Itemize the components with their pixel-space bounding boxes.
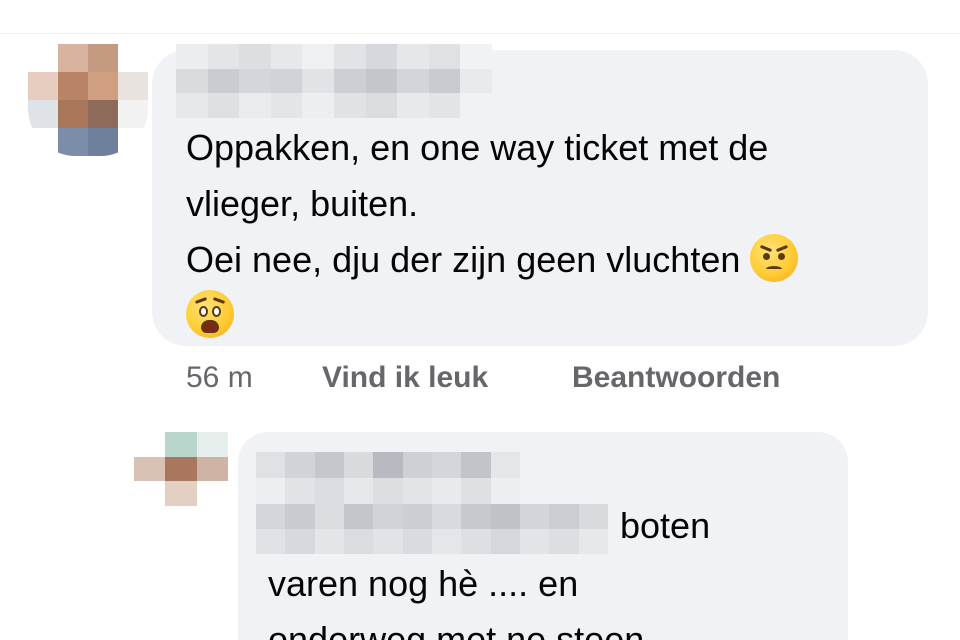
comment-line [186, 288, 798, 344]
reply-text-redacted [256, 504, 608, 554]
comment-line-text: Oei nee, dju der zijn geen vluchten [186, 239, 741, 280]
reply-button[interactable]: Beantwoorden [572, 356, 780, 400]
avatar[interactable] [28, 44, 148, 156]
comment-line: vlieger, buiten. [186, 183, 419, 224]
top-divider [0, 0, 960, 34]
reply-line: varen nog hè .... en [268, 563, 579, 604]
comment-line: Oei nee, dju der zijn geen vluchten [186, 232, 799, 288]
comment-timestamp[interactable]: 56 m [186, 356, 253, 400]
comment-line: Oppakken, en one way ticket met de [186, 127, 769, 168]
angry-face-emoji-icon [750, 234, 799, 282]
anguished-face-emoji-icon [186, 290, 234, 338]
like-button[interactable]: Vind ik leuk [322, 356, 488, 400]
author-name-redacted[interactable] [176, 44, 492, 118]
reply-avatar[interactable] [134, 432, 228, 506]
reply-line: boten [620, 505, 711, 546]
reply-line: onderweg met ne steen [268, 619, 645, 640]
reply-author-name-redacted[interactable] [256, 452, 520, 504]
comment-body: Oppakken, en one way ticket met de vlieg… [186, 120, 799, 344]
